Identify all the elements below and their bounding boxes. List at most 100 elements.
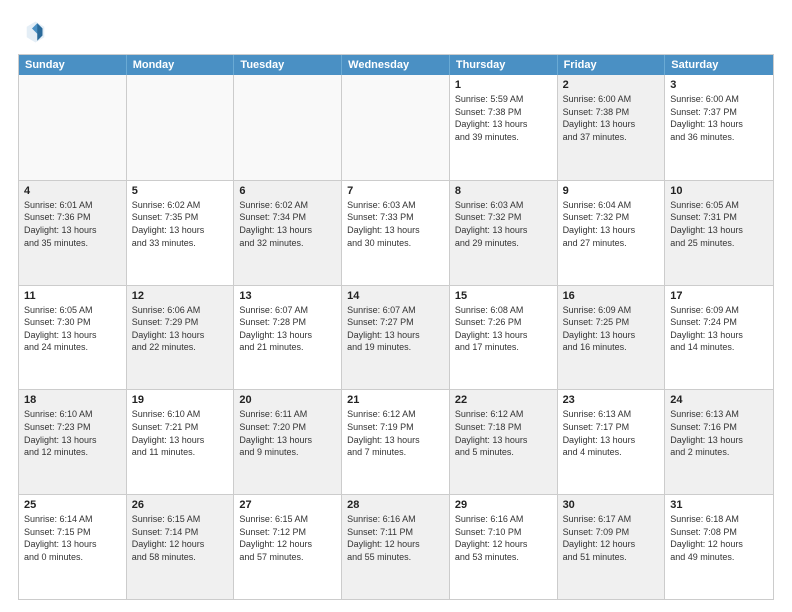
day-cell-22: 22 Sunrise: 6:12 AM Sunset: 7:18 PM Dayli… xyxy=(450,390,558,494)
day-number: 25 xyxy=(24,499,121,511)
day-number: 28 xyxy=(347,499,444,511)
day-cell-28: 28Sunrise: 6:16 AM Sunset: 7:11 PM Dayli… xyxy=(342,495,450,599)
day-cell-17: 17Sunrise: 6:09 AM Sunset: 7:24 PM Dayli… xyxy=(665,286,773,390)
day-info: Sunrise: 6:15 AM Sunset: 7:14 PM Dayligh… xyxy=(132,513,229,563)
day-cell-15: 15Sunrise: 6:08 AM Sunset: 7:26 PM Dayli… xyxy=(450,286,558,390)
day-number: 18 xyxy=(24,394,121,406)
day-info: Sunrise: 6:14 AM Sunset: 7:15 PM Dayligh… xyxy=(24,513,121,563)
day-cell-7: 7Sunrise: 6:03 AM Sunset: 7:33 PM Daylig… xyxy=(342,181,450,285)
day-info: Sunrise: 6:18 AM Sunset: 7:08 PM Dayligh… xyxy=(670,513,768,563)
day-cell-12: 12 Sunrise: 6:06 AM Sunset: 7:29 PM Dayli… xyxy=(127,286,235,390)
day-info: Sunrise: 6:00 AM Sunset: 7:37 PM Dayligh… xyxy=(670,93,768,143)
day-cell-4: 4Sunrise: 6:01 AM Sunset: 7:36 PM Daylig… xyxy=(19,181,127,285)
weekday-header-saturday: Saturday xyxy=(665,55,773,75)
page: SundayMondayTuesdayWednesdayThursdayFrid… xyxy=(0,0,792,612)
calendar-row-2: 11 Sunrise: 6:05 AM Sunset: 7:30 PM Dayli… xyxy=(19,285,773,390)
day-number: 3 xyxy=(670,79,768,91)
calendar: SundayMondayTuesdayWednesdayThursdayFrid… xyxy=(18,54,774,600)
day-info: Sunrise: 6:12 AM Sunset: 7:19 PM Dayligh… xyxy=(347,408,444,458)
day-info: Sunrise: 6:09 AM Sunset: 7:24 PM Dayligh… xyxy=(670,304,768,354)
day-info: Sunrise: 6:02 AM Sunset: 7:35 PM Dayligh… xyxy=(132,199,229,249)
day-info: Sunrise: 6:10 AM Sunset: 7:23 PM Dayligh… xyxy=(24,408,121,458)
day-info: Sunrise: 6:03 AM Sunset: 7:32 PM Dayligh… xyxy=(455,199,552,249)
day-number: 29 xyxy=(455,499,552,511)
day-info: Sunrise: 6:10 AM Sunset: 7:21 PM Dayligh… xyxy=(132,408,229,458)
day-cell-8: 8 Sunrise: 6:03 AM Sunset: 7:32 PM Daylig… xyxy=(450,181,558,285)
day-cell-14: 14 Sunrise: 6:07 AM Sunset: 7:27 PM Dayli… xyxy=(342,286,450,390)
calendar-row-1: 4Sunrise: 6:01 AM Sunset: 7:36 PM Daylig… xyxy=(19,180,773,285)
calendar-row-4: 25 Sunrise: 6:14 AM Sunset: 7:15 PM Dayli… xyxy=(19,494,773,599)
day-info: Sunrise: 6:13 AM Sunset: 7:17 PM Dayligh… xyxy=(563,408,660,458)
weekday-header-thursday: Thursday xyxy=(450,55,558,75)
day-info: Sunrise: 6:06 AM Sunset: 7:29 PM Dayligh… xyxy=(132,304,229,354)
calendar-row-0: 1 Sunrise: 5:59 AM Sunset: 7:38 PM Daylig… xyxy=(19,75,773,180)
day-number: 20 xyxy=(239,394,336,406)
day-cell-30: 30 Sunrise: 6:17 AM Sunset: 7:09 PM Dayli… xyxy=(558,495,666,599)
weekday-header-friday: Friday xyxy=(558,55,666,75)
day-number: 12 xyxy=(132,290,229,302)
day-number: 5 xyxy=(132,185,229,197)
day-cell-31: 31 Sunrise: 6:18 AM Sunset: 7:08 PM Dayli… xyxy=(665,495,773,599)
day-number: 14 xyxy=(347,290,444,302)
day-cell-27: 27Sunrise: 6:15 AM Sunset: 7:12 PM Dayli… xyxy=(234,495,342,599)
weekday-header-wednesday: Wednesday xyxy=(342,55,450,75)
empty-cell xyxy=(19,75,127,180)
day-cell-9: 9 Sunrise: 6:04 AM Sunset: 7:32 PM Daylig… xyxy=(558,181,666,285)
day-cell-10: 10 Sunrise: 6:05 AM Sunset: 7:31 PM Dayli… xyxy=(665,181,773,285)
day-cell-19: 19Sunrise: 6:10 AM Sunset: 7:21 PM Dayli… xyxy=(127,390,235,494)
day-info: Sunrise: 6:04 AM Sunset: 7:32 PM Dayligh… xyxy=(563,199,660,249)
day-cell-21: 21Sunrise: 6:12 AM Sunset: 7:19 PM Dayli… xyxy=(342,390,450,494)
day-number: 4 xyxy=(24,185,121,197)
empty-cell xyxy=(342,75,450,180)
day-info: Sunrise: 6:00 AM Sunset: 7:38 PM Dayligh… xyxy=(563,93,660,143)
day-info: Sunrise: 6:11 AM Sunset: 7:20 PM Dayligh… xyxy=(239,408,336,458)
calendar-header: SundayMondayTuesdayWednesdayThursdayFrid… xyxy=(19,55,773,75)
day-number: 11 xyxy=(24,290,121,302)
day-cell-16: 16 Sunrise: 6:09 AM Sunset: 7:25 PM Dayli… xyxy=(558,286,666,390)
day-cell-6: 6 Sunrise: 6:02 AM Sunset: 7:34 PM Daylig… xyxy=(234,181,342,285)
day-cell-13: 13 Sunrise: 6:07 AM Sunset: 7:28 PM Dayli… xyxy=(234,286,342,390)
day-info: Sunrise: 5:59 AM Sunset: 7:38 PM Dayligh… xyxy=(455,93,552,143)
day-cell-18: 18 Sunrise: 6:10 AM Sunset: 7:23 PM Dayli… xyxy=(19,390,127,494)
day-cell-1: 1 Sunrise: 5:59 AM Sunset: 7:38 PM Daylig… xyxy=(450,75,558,180)
calendar-row-3: 18 Sunrise: 6:10 AM Sunset: 7:23 PM Dayli… xyxy=(19,389,773,494)
day-info: Sunrise: 6:09 AM Sunset: 7:25 PM Dayligh… xyxy=(563,304,660,354)
day-info: Sunrise: 6:17 AM Sunset: 7:09 PM Dayligh… xyxy=(563,513,660,563)
day-number: 30 xyxy=(563,499,660,511)
day-number: 7 xyxy=(347,185,444,197)
day-info: Sunrise: 6:02 AM Sunset: 7:34 PM Dayligh… xyxy=(239,199,336,249)
day-cell-23: 23 Sunrise: 6:13 AM Sunset: 7:17 PM Dayli… xyxy=(558,390,666,494)
day-cell-2: 2Sunrise: 6:00 AM Sunset: 7:38 PM Daylig… xyxy=(558,75,666,180)
day-info: Sunrise: 6:07 AM Sunset: 7:27 PM Dayligh… xyxy=(347,304,444,354)
day-number: 27 xyxy=(239,499,336,511)
day-number: 15 xyxy=(455,290,552,302)
day-info: Sunrise: 6:05 AM Sunset: 7:30 PM Dayligh… xyxy=(24,304,121,354)
day-info: Sunrise: 6:13 AM Sunset: 7:16 PM Dayligh… xyxy=(670,408,768,458)
day-number: 9 xyxy=(563,185,660,197)
day-number: 31 xyxy=(670,499,768,511)
day-number: 24 xyxy=(670,394,768,406)
day-number: 22 xyxy=(455,394,552,406)
day-number: 16 xyxy=(563,290,660,302)
day-number: 8 xyxy=(455,185,552,197)
day-number: 10 xyxy=(670,185,768,197)
calendar-body: 1 Sunrise: 5:59 AM Sunset: 7:38 PM Daylig… xyxy=(19,75,773,599)
logo xyxy=(18,18,50,46)
day-info: Sunrise: 6:05 AM Sunset: 7:31 PM Dayligh… xyxy=(670,199,768,249)
day-info: Sunrise: 6:16 AM Sunset: 7:10 PM Dayligh… xyxy=(455,513,552,563)
day-info: Sunrise: 6:07 AM Sunset: 7:28 PM Dayligh… xyxy=(239,304,336,354)
day-cell-29: 29 Sunrise: 6:16 AM Sunset: 7:10 PM Dayli… xyxy=(450,495,558,599)
day-number: 6 xyxy=(239,185,336,197)
empty-cell xyxy=(234,75,342,180)
empty-cell xyxy=(127,75,235,180)
day-number: 13 xyxy=(239,290,336,302)
day-cell-24: 24 Sunrise: 6:13 AM Sunset: 7:16 PM Dayli… xyxy=(665,390,773,494)
day-number: 26 xyxy=(132,499,229,511)
weekday-header-tuesday: Tuesday xyxy=(234,55,342,75)
weekday-header-sunday: Sunday xyxy=(19,55,127,75)
day-number: 1 xyxy=(455,79,552,91)
day-cell-26: 26 Sunrise: 6:15 AM Sunset: 7:14 PM Dayli… xyxy=(127,495,235,599)
day-cell-5: 5 Sunrise: 6:02 AM Sunset: 7:35 PM Daylig… xyxy=(127,181,235,285)
day-number: 23 xyxy=(563,394,660,406)
day-info: Sunrise: 6:12 AM Sunset: 7:18 PM Dayligh… xyxy=(455,408,552,458)
